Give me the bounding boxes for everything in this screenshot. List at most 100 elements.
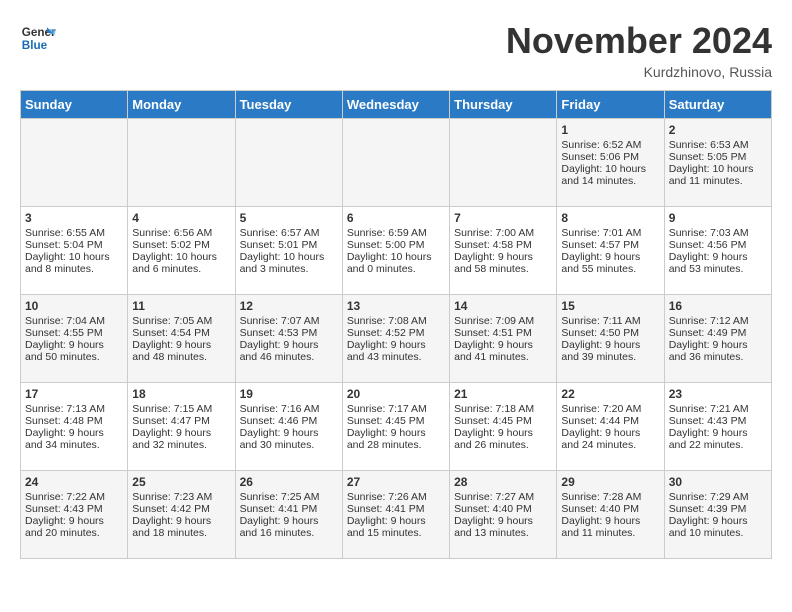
calendar-header: SundayMondayTuesdayWednesdayThursdayFrid… [21, 91, 772, 119]
day-number: 7 [454, 211, 552, 225]
cell-info: Sunrise: 7:23 AM [132, 491, 230, 503]
cell-info: Sunset: 4:43 PM [25, 503, 123, 515]
cell-info: Daylight: 9 hours and 50 minutes. [25, 339, 123, 363]
calendar-cell: 23Sunrise: 7:21 AMSunset: 4:43 PMDayligh… [664, 383, 771, 471]
week-row-5: 24Sunrise: 7:22 AMSunset: 4:43 PMDayligh… [21, 471, 772, 559]
cell-info: Sunrise: 7:25 AM [240, 491, 338, 503]
day-number: 26 [240, 475, 338, 489]
calendar-cell: 26 Sunrise: 7:25 AMSunset: 4:41 PMDayligh… [235, 471, 342, 559]
calendar-cell: 14Sunrise: 7:09 AMSunset: 4:51 PMDayligh… [450, 295, 557, 383]
day-number: 22 [561, 387, 659, 401]
day-number: 2 [669, 123, 767, 137]
day-number: 4 [132, 211, 230, 225]
day-number: 16 [669, 299, 767, 313]
cell-info: Sunrise: 7:16 AM [240, 403, 338, 415]
calendar-cell: 18Sunrise: 7:15 AMSunset: 4:47 PMDayligh… [128, 383, 235, 471]
cell-info: Sunset: 5:02 PM [132, 239, 230, 251]
calendar-table: SundayMondayTuesdayWednesdayThursdayFrid… [20, 90, 772, 559]
header-row: SundayMondayTuesdayWednesdayThursdayFrid… [21, 91, 772, 119]
week-row-1: 1Sunrise: 6:52 AMSunset: 5:06 PMDaylight… [21, 119, 772, 207]
cell-info: Sunrise: 6:59 AM [347, 227, 445, 239]
calendar-cell: 17Sunrise: 7:13 AMSunset: 4:48 PMDayligh… [21, 383, 128, 471]
cell-info: Sunrise: 7:29 AM [669, 491, 767, 503]
cell-info: Sunset: 5:05 PM [669, 151, 767, 163]
calendar-cell: 12Sunrise: 7:07 AMSunset: 4:53 PMDayligh… [235, 295, 342, 383]
cell-info: Daylight: 10 hours and 14 minutes. [561, 163, 659, 187]
day-number: 14 [454, 299, 552, 313]
cell-info: Sunset: 4:43 PM [669, 415, 767, 427]
cell-info: Daylight: 10 hours and 11 minutes. [669, 163, 767, 187]
calendar-cell: 24Sunrise: 7:22 AMSunset: 4:43 PMDayligh… [21, 471, 128, 559]
cell-info: Daylight: 10 hours and 6 minutes. [132, 251, 230, 275]
cell-info: Sunset: 4:46 PM [240, 415, 338, 427]
cell-info: Sunset: 4:40 PM [454, 503, 552, 515]
calendar-cell [21, 119, 128, 207]
calendar-cell: 29Sunrise: 7:28 AMSunset: 4:40 PMDayligh… [557, 471, 664, 559]
day-number: 17 [25, 387, 123, 401]
cell-info: Daylight: 9 hours and 36 minutes. [669, 339, 767, 363]
cell-info: Daylight: 9 hours and 15 minutes. [347, 515, 445, 539]
day-number: 30 [669, 475, 767, 489]
cell-info: Sunset: 4:42 PM [132, 503, 230, 515]
cell-info: Sunrise: 7:04 AM [25, 315, 123, 327]
logo-icon: General Blue [20, 20, 56, 56]
cell-info: Daylight: 10 hours and 0 minutes. [347, 251, 445, 275]
cell-info: Sunset: 4:45 PM [454, 415, 552, 427]
cell-info: Daylight: 9 hours and 55 minutes. [561, 251, 659, 275]
cell-info: Daylight: 9 hours and 13 minutes. [454, 515, 552, 539]
day-number: 6 [347, 211, 445, 225]
cell-info: Sunset: 4:39 PM [669, 503, 767, 515]
calendar-cell: 10Sunrise: 7:04 AMSunset: 4:55 PMDayligh… [21, 295, 128, 383]
calendar-cell: 3Sunrise: 6:55 AMSunset: 5:04 PMDaylight… [21, 207, 128, 295]
calendar-cell [450, 119, 557, 207]
calendar-cell: 1Sunrise: 6:52 AMSunset: 5:06 PMDaylight… [557, 119, 664, 207]
cell-info: Daylight: 9 hours and 30 minutes. [240, 427, 338, 451]
cell-info: Sunrise: 7:26 AM [347, 491, 445, 503]
cell-info: Sunrise: 7:20 AM [561, 403, 659, 415]
day-number: 15 [561, 299, 659, 313]
calendar-cell: 21Sunrise: 7:18 AMSunset: 4:45 PMDayligh… [450, 383, 557, 471]
calendar-cell: 28Sunrise: 7:27 AMSunset: 4:40 PMDayligh… [450, 471, 557, 559]
cell-info: Daylight: 9 hours and 58 minutes. [454, 251, 552, 275]
header-day-thursday: Thursday [450, 91, 557, 119]
cell-info: Daylight: 10 hours and 8 minutes. [25, 251, 123, 275]
day-number: 11 [132, 299, 230, 313]
cell-info: Sunset: 5:01 PM [240, 239, 338, 251]
cell-info: Sunset: 4:53 PM [240, 327, 338, 339]
day-number: 24 [25, 475, 123, 489]
calendar-cell: 6Sunrise: 6:59 AMSunset: 5:00 PMDaylight… [342, 207, 449, 295]
cell-info: Sunrise: 7:08 AM [347, 315, 445, 327]
calendar-cell: 13Sunrise: 7:08 AMSunset: 4:52 PMDayligh… [342, 295, 449, 383]
cell-info: Daylight: 9 hours and 24 minutes. [561, 427, 659, 451]
calendar-cell: 8Sunrise: 7:01 AMSunset: 4:57 PMDaylight… [557, 207, 664, 295]
cell-info: Daylight: 9 hours and 11 minutes. [561, 515, 659, 539]
month-title: November 2024 [506, 20, 772, 62]
cell-info: Sunrise: 6:56 AM [132, 227, 230, 239]
day-number: 29 [561, 475, 659, 489]
cell-info: Sunset: 4:56 PM [669, 239, 767, 251]
cell-info: Daylight: 9 hours and 48 minutes. [132, 339, 230, 363]
logo: General Blue [20, 20, 56, 56]
cell-info: Sunrise: 7:17 AM [347, 403, 445, 415]
cell-info: Daylight: 9 hours and 16 minutes. [240, 515, 338, 539]
calendar-cell: 2Sunrise: 6:53 AMSunset: 5:05 PMDaylight… [664, 119, 771, 207]
cell-info: Sunrise: 7:07 AM [240, 315, 338, 327]
day-number: 3 [25, 211, 123, 225]
day-number: 23 [669, 387, 767, 401]
day-number: 25 [132, 475, 230, 489]
cell-info: Sunset: 4:40 PM [561, 503, 659, 515]
cell-info: Sunset: 4:55 PM [25, 327, 123, 339]
calendar-cell: 22Sunrise: 7:20 AMSunset: 4:44 PMDayligh… [557, 383, 664, 471]
calendar-cell [128, 119, 235, 207]
week-row-3: 10Sunrise: 7:04 AMSunset: 4:55 PMDayligh… [21, 295, 772, 383]
cell-info: Sunset: 4:49 PM [669, 327, 767, 339]
day-number: 9 [669, 211, 767, 225]
day-number: 28 [454, 475, 552, 489]
calendar-cell: 4 Sunrise: 6:56 AMSunset: 5:02 PMDaylight… [128, 207, 235, 295]
calendar-cell: 25Sunrise: 7:23 AMSunset: 4:42 PMDayligh… [128, 471, 235, 559]
cell-info: Sunset: 4:41 PM [240, 503, 338, 515]
week-row-2: 3Sunrise: 6:55 AMSunset: 5:04 PMDaylight… [21, 207, 772, 295]
calendar-cell: 27Sunrise: 7:26 AMSunset: 4:41 PMDayligh… [342, 471, 449, 559]
calendar-cell: 15Sunrise: 7:11 AMSunset: 4:50 PMDayligh… [557, 295, 664, 383]
cell-info: Sunset: 4:48 PM [25, 415, 123, 427]
